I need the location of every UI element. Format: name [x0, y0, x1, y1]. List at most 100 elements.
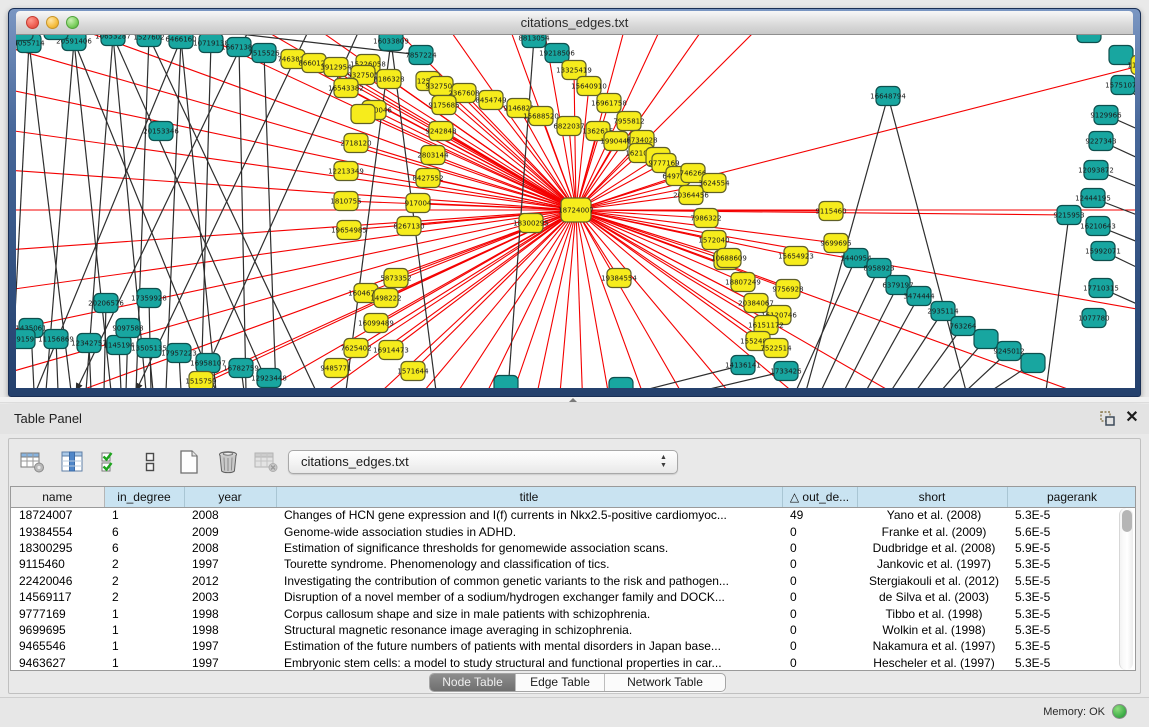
graph-node[interactable]: 7515526 — [248, 44, 280, 63]
graph-node[interactable]: 8427552 — [412, 169, 443, 188]
graph-node[interactable] — [1021, 354, 1045, 373]
graph-node[interactable]: 9115460 — [815, 202, 846, 221]
graph-node[interactable]: 1572040 — [698, 231, 729, 250]
graph-node[interactable]: 16648794 — [870, 87, 906, 106]
table-row[interactable]: 1830029562008Estimation of significance … — [11, 540, 1136, 556]
graph-node[interactable]: 6466160 — [165, 35, 196, 49]
graph-node[interactable]: 763264 — [950, 317, 977, 336]
column-header-in_degree[interactable]: in_degree — [104, 487, 184, 507]
graph-node[interactable]: 9175685 — [428, 96, 459, 115]
graph-node[interactable]: 1077780 — [1078, 309, 1109, 328]
table-row[interactable]: 2242004622012Investigating the contribut… — [11, 573, 1136, 589]
graph-node[interactable]: 39159 — [16, 330, 35, 349]
tab-network-table[interactable]: Network Table — [605, 674, 725, 691]
graph-node[interactable]: 1733426 — [770, 362, 802, 381]
table-row[interactable]: 977716911998Corpus callosum shape and si… — [11, 605, 1136, 621]
float-panel-icon[interactable] — [1099, 410, 1116, 427]
graph-node[interactable]: 1527602 — [133, 35, 164, 47]
table-scrollbar[interactable] — [1119, 508, 1133, 670]
tab-node-table[interactable]: Node Table — [430, 674, 516, 691]
graph-node[interactable]: 9242848 — [425, 122, 456, 141]
graph-node[interactable]: 9227343 — [1085, 132, 1116, 151]
table-column-icon[interactable] — [57, 446, 87, 478]
graph-node[interactable]: 8454749 — [475, 91, 506, 110]
column-header-short[interactable]: short — [857, 487, 1007, 507]
graph-node[interactable]: 14136141 — [725, 356, 761, 375]
graph-node[interactable]: 8267130 — [393, 217, 424, 236]
graph-node[interactable] — [16, 35, 33, 41]
graph-node[interactable]: 7522514 — [760, 339, 792, 358]
new-document-icon[interactable] — [174, 446, 204, 478]
graph-node[interactable]: 10653287 — [95, 35, 131, 46]
close-window-icon[interactable] — [26, 16, 39, 29]
graph-node[interactable]: 7986322 — [690, 209, 721, 228]
graph-node[interactable]: 5873352 — [380, 269, 411, 288]
graph-node[interactable]: 8958923 — [863, 259, 894, 278]
table-row[interactable]: 911546021997Tourette syndrome. Phenomeno… — [11, 556, 1136, 572]
graph-node[interactable]: 18724007 — [558, 198, 594, 222]
checkboxes-icon[interactable] — [96, 446, 126, 478]
graph-node[interactable]: 2803144 — [417, 146, 449, 165]
graph-node[interactable]: 16210643 — [1080, 217, 1116, 236]
column-header-name[interactable]: name — [11, 487, 104, 507]
graph-node[interactable] — [974, 330, 998, 349]
graph-node[interactable]: 12444195 — [1075, 189, 1111, 208]
graph-node[interactable]: 9129966 — [1090, 106, 1122, 125]
graph-node[interactable]: 9756928 — [772, 280, 803, 299]
table-row[interactable]: 969969511998Structural magnetic resonanc… — [11, 622, 1136, 638]
graph-node[interactable] — [1077, 35, 1101, 43]
graph-node[interactable]: 6822037 — [553, 117, 584, 136]
table-row[interactable]: 1456911722003Disruption of a novel membe… — [11, 589, 1136, 605]
column-header-year[interactable]: year — [184, 487, 276, 507]
network-window[interactable]: citations_edges.txt 40557142059140610653… — [8, 8, 1141, 397]
table-gear-icon[interactable] — [18, 446, 48, 478]
network-graph-svg[interactable]: 4055714205914061065328715276026466160107… — [16, 35, 1135, 388]
graph-node[interactable]: 2718120 — [340, 134, 371, 153]
network-canvas[interactable]: 4055714205914061065328715276026466160107… — [16, 35, 1135, 388]
column-header-title[interactable]: title — [276, 487, 782, 507]
window-titlebar[interactable]: citations_edges.txt — [16, 11, 1133, 35]
graph-node[interactable]: 12093872 — [1078, 161, 1114, 180]
graph-node[interactable]: 7625402 — [340, 339, 371, 358]
graph-node[interactable]: 1810755 — [330, 192, 361, 211]
graph-node[interactable]: 12342757 — [71, 334, 107, 353]
table-row[interactable]: 1938455462009Genome-wide association stu… — [11, 523, 1136, 539]
graph-node[interactable] — [609, 378, 633, 389]
graph-node[interactable]: 16914473 — [373, 341, 409, 360]
table-row[interactable]: 946554611997Estimation of the future num… — [11, 638, 1136, 654]
divider-grip-icon[interactable] — [569, 398, 577, 402]
zoom-window-icon[interactable] — [66, 16, 79, 29]
graph-node[interactable]: 1498222 — [370, 289, 401, 308]
graph-node[interactable]: 3474444 — [903, 287, 935, 306]
table-row[interactable]: 946362711997Embryonic stem cells: a mode… — [11, 655, 1136, 671]
tab-edge-table[interactable]: Edge Table — [516, 674, 605, 691]
graph-node[interactable]: 8186328 — [373, 70, 404, 89]
close-panel-icon[interactable]: ✕ — [1124, 409, 1140, 427]
graph-node[interactable]: 19654985 — [331, 221, 367, 240]
graph-node[interactable]: 9245012 — [993, 342, 1024, 361]
graph-node[interactable]: 17710315 — [1083, 279, 1119, 298]
column-header-out_degree[interactable]: △ out_de... — [782, 487, 857, 507]
graph-node[interactable] — [494, 376, 518, 389]
graph-node[interactable]: 7857224 — [405, 46, 437, 65]
graph-node[interactable]: 9097588 — [112, 319, 143, 338]
graph-node[interactable]: 1571644 — [397, 362, 429, 381]
graph-node[interactable]: 15654923 — [778, 247, 814, 266]
table-selector-dropdown[interactable]: citations_edges.txt ▲▼ — [288, 450, 678, 474]
minimize-window-icon[interactable] — [46, 16, 59, 29]
memory-ok-indicator-icon[interactable] — [1112, 704, 1127, 719]
table-scrollbar-thumb[interactable] — [1122, 510, 1132, 532]
column-header-pagerank[interactable]: pagerank — [1007, 487, 1136, 507]
graph-node[interactable]: 7955812 — [613, 112, 644, 131]
graph-node[interactable]: 1515759 — [185, 372, 216, 389]
graph-node[interactable]: 19384554 — [601, 269, 637, 288]
graph-node[interactable]: 917004 — [405, 194, 432, 213]
table-row[interactable]: 1872400712008Changes of HCN gene express… — [11, 507, 1136, 523]
graph-node[interactable] — [44, 35, 68, 40]
graph-node[interactable]: 9699695 — [820, 234, 851, 253]
rows-icon[interactable] — [135, 446, 165, 478]
trash-icon[interactable] — [213, 446, 243, 478]
graph-node[interactable]: 16961758 — [591, 94, 627, 113]
graph-node[interactable] — [351, 105, 375, 124]
graph-node[interactable]: 15751074 — [1105, 76, 1135, 95]
